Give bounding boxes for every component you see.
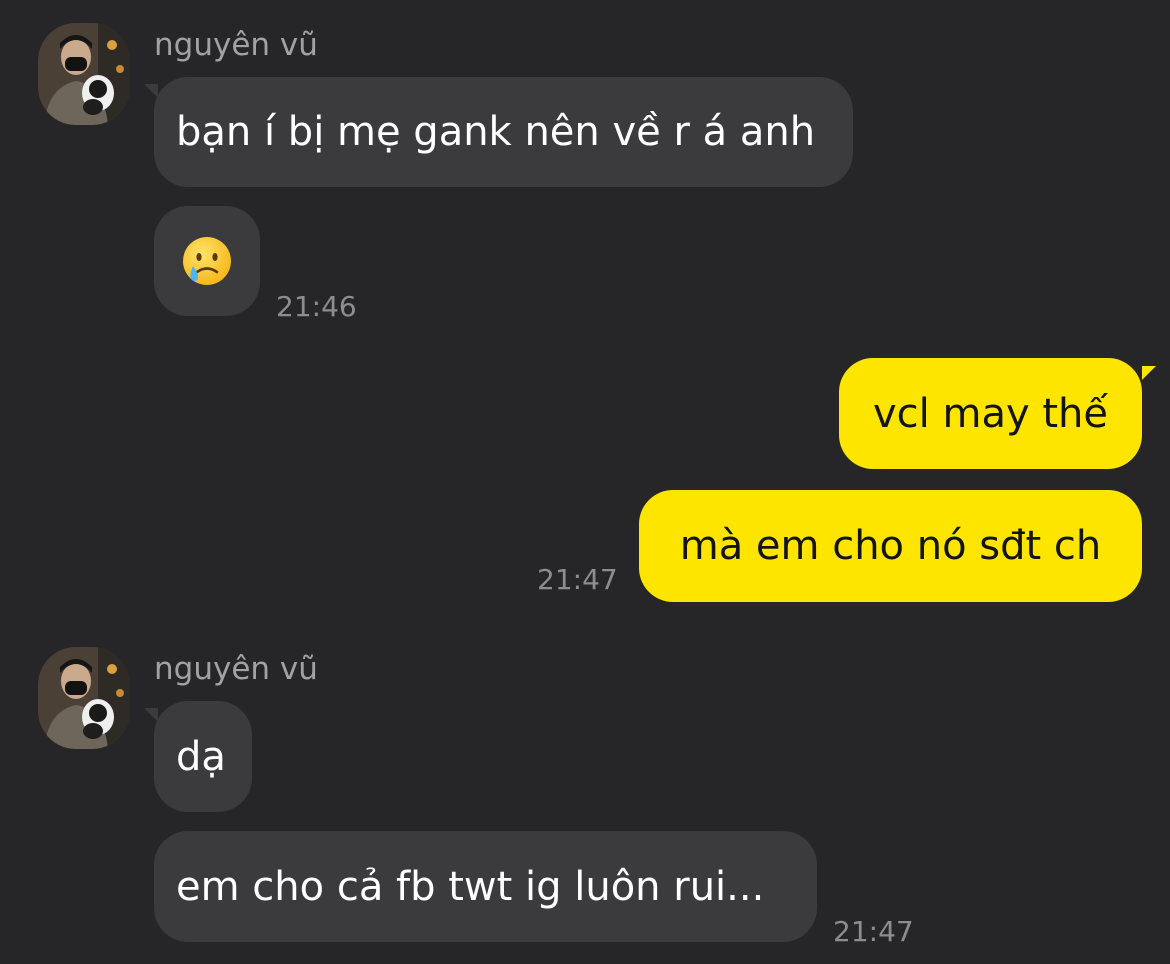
message-text: mà em cho nó sđt ch bbox=[679, 523, 1102, 569]
sender-name: nguyên vũ bbox=[154, 27, 318, 63]
message-bubble-outgoing[interactable]: vcl may thế bbox=[839, 358, 1142, 469]
message-text: dạ bbox=[176, 733, 226, 780]
sender-avatar[interactable] bbox=[38, 23, 130, 125]
message-bubble-incoming[interactable]: dạ bbox=[154, 701, 252, 812]
message-text: vcl may thế bbox=[873, 390, 1108, 437]
sender-avatar[interactable] bbox=[38, 647, 130, 749]
sender-name: nguyên vũ bbox=[154, 651, 318, 687]
profile-photo bbox=[38, 23, 130, 125]
message-timestamp: 21:47 bbox=[537, 563, 618, 596]
message-timestamp: 21:47 bbox=[833, 915, 914, 948]
message-text: em cho cả fb twt ig luôn rui... bbox=[176, 863, 765, 910]
face-holding-back-tears-icon bbox=[183, 237, 231, 285]
bubble-tail bbox=[144, 708, 158, 722]
message-bubble-outgoing[interactable]: mà em cho nó sđt ch bbox=[639, 490, 1142, 602]
chat-transcript: nguyên vũ bạn í bị mẹ gank nên về r á an… bbox=[0, 0, 1170, 964]
bubble-tail bbox=[1142, 366, 1156, 380]
message-bubble-incoming[interactable]: em cho cả fb twt ig luôn rui... bbox=[154, 831, 817, 942]
message-text: bạn í bị mẹ gank nên về r á anh bbox=[176, 109, 816, 155]
emoji-message-bubble[interactable] bbox=[154, 206, 260, 316]
profile-photo bbox=[38, 647, 130, 749]
bubble-tail bbox=[144, 84, 158, 98]
message-bubble-incoming[interactable]: bạn í bị mẹ gank nên về r á anh bbox=[154, 77, 853, 187]
message-timestamp: 21:46 bbox=[276, 290, 357, 323]
